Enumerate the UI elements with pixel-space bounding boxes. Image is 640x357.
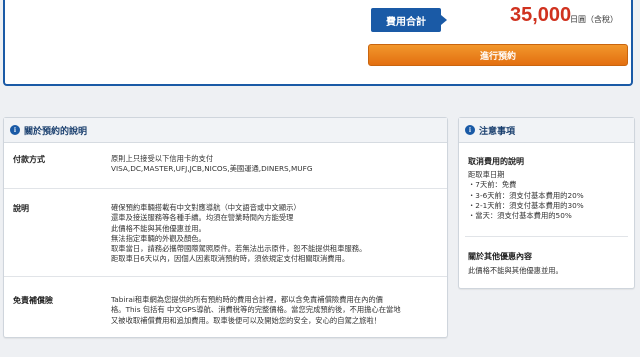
reservation-info-title: 關於預約的說明: [24, 126, 88, 137]
description-label: 說明: [13, 204, 29, 213]
notes-panel: i 注意事項 取消費用的說明 距取車日期 ・7天前：免費 ・3-6天前：須支付基…: [458, 117, 635, 289]
reserve-button[interactable]: 進行預約: [368, 44, 628, 66]
insurance-line: 格。This 包括有 中文GPS導航、消費稅等的完整價格。當您完成預約後，不用擔…: [111, 305, 401, 315]
cancel-fee-line: 距取車日期: [468, 170, 505, 179]
price-unit: 日圓（含稅）: [570, 15, 618, 24]
payment-text: 原則上只接受以下信用卡的支付 VISA,DC,MASTER,UFJ,JCB,NI…: [111, 154, 441, 175]
notes-divider: [465, 236, 628, 237]
description-line: 還車及接送服務等各種手續。均須在營業時間內方能受理: [111, 213, 294, 223]
payment-line: 原則上只接受以下信用卡的支付: [111, 154, 214, 163]
description-line: 此價格不能與其他優惠並用。: [111, 223, 206, 233]
cancel-fee-line: ・當天：須支付基本費用的50%: [468, 211, 572, 221]
fee-total-label: 費用合計: [371, 8, 447, 32]
total-price: 35,000: [510, 4, 572, 26]
cancel-fee-title: 取消費用的說明: [468, 157, 524, 166]
payment-label: 付款方式: [13, 155, 45, 164]
cancel-fee-list: 距取車日期 ・7天前：免費 ・3-6天前：須支付基本費用的20% ・2-1天前：…: [468, 170, 584, 221]
insurance-row: 免責補償險 Tabirai租車網為您提供的所有預約時的費用合計裡，都以含免責補償…: [4, 276, 447, 339]
insurance-label: 免責補償險: [13, 296, 53, 305]
info-icon: i: [465, 125, 475, 135]
cancel-fee-line: ・2-1天前：須支付基本費用的30%: [468, 200, 584, 210]
reservation-info-header: i 關於預約的說明: [4, 118, 447, 143]
cancel-fee-line: ・7天前：免費: [468, 180, 517, 190]
description-line: 確保預約車輛搭載有中文對應導航（中文語音或中文顯示）: [111, 203, 301, 212]
reservation-info-panel: i 關於預約的說明 付款方式 原則上只接受以下信用卡的支付 VISA,DC,MA…: [3, 117, 448, 338]
other-offers-text: 此價格不能與其他優惠並用。: [468, 266, 563, 275]
insurance-line: 又被收取補償費用和追加費用。取車後便可以及開始您的安全，安心的自駕之旅啦！: [111, 315, 381, 325]
info-icon: i: [10, 125, 20, 135]
description-line: 取車當日，請務必攜帶國際駕照原件。若無法出示原件，恕不能提供租車服務。: [111, 244, 367, 254]
description-row: 說明 確保預約車輛搭載有中文對應導航（中文語音或中文顯示） 還車及接送服務等各種…: [4, 188, 447, 277]
other-offers-title: 關於其他優惠內容: [468, 252, 532, 261]
description-line: 距取車日6天以內，因個人因素取消預約時，須依規定支付相關取消費用。: [111, 254, 350, 264]
notes-title: 注意事項: [479, 126, 516, 137]
payment-line: VISA,DC,MASTER,UFJ,JCB,NICOS,美國運通,DINERS…: [111, 164, 313, 174]
price-summary-box: 費用合計 35,000 日圓（含稅） 進行預約: [3, 0, 633, 86]
description-line: 無法指定車輛的外觀及顏色。: [111, 233, 206, 243]
cancel-fee-line: ・3-6天前：須支付基本費用的20%: [468, 190, 584, 200]
insurance-text: Tabirai租車網為您提供的所有預約時的費用合計裡，都以含免責補償險費用在內的…: [111, 295, 441, 326]
description-text: 確保預約車輛搭載有中文對應導航（中文語音或中文顯示） 還車及接送服務等各種手續。…: [111, 203, 441, 265]
payment-row: 付款方式 原則上只接受以下信用卡的支付 VISA,DC,MASTER,UFJ,J…: [4, 142, 447, 188]
insurance-line: Tabirai租車網為您提供的所有預約時的費用合計裡，都以含免責補償險費用在內的…: [111, 295, 383, 304]
notes-header: i 注意事項: [459, 118, 634, 143]
